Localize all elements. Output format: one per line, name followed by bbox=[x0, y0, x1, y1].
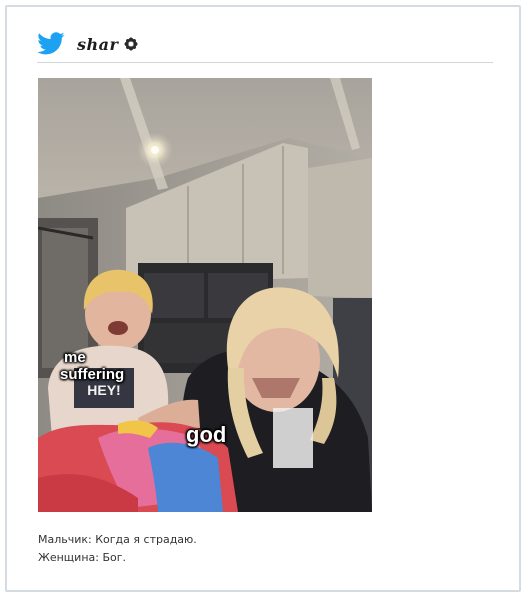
label-suffering: suffering bbox=[60, 366, 125, 383]
shirt-text: HEY! bbox=[87, 382, 120, 398]
author-username[interactable]: shar bbox=[77, 35, 118, 54]
tweet-card: shar HEY! me suffering god Мальчик: Когд… bbox=[5, 5, 521, 592]
label-me: me bbox=[64, 349, 86, 366]
label-god: god bbox=[186, 422, 227, 447]
caption-line-1: Мальчик: Когда я страдаю. bbox=[38, 533, 197, 546]
caption-line-2: Женщина: Бог. bbox=[38, 551, 127, 564]
header-divider bbox=[37, 62, 493, 63]
tweet-header: shar bbox=[37, 27, 138, 61]
tweet-media-image[interactable]: HEY! me suffering god bbox=[38, 78, 372, 512]
twitter-bird-icon[interactable] bbox=[37, 32, 65, 56]
tweet-caption: Мальчик: Когда я страдаю. Женщина: Бог. bbox=[38, 531, 197, 567]
flower-icon bbox=[124, 37, 138, 51]
